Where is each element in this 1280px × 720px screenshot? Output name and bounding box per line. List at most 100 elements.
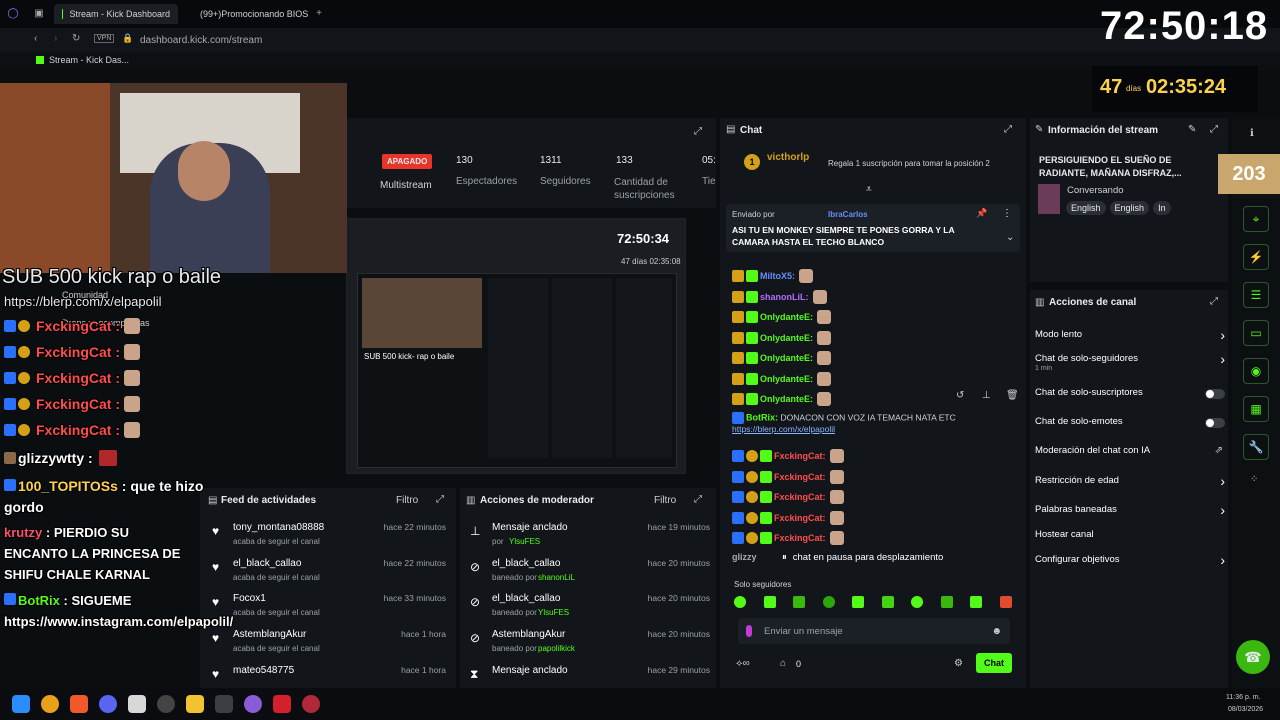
delete-icon[interactable]: 🗑 — [1006, 390, 1019, 401]
chat-message[interactable]: OnlydanteE: — [732, 369, 1022, 390]
bolt-icon[interactable]: ⚡ — [1243, 244, 1269, 270]
tab-kick-dashboard[interactable]: Stream - Kick Dashboard — [54, 4, 178, 24]
folder-icon[interactable] — [186, 695, 204, 713]
stream-preview[interactable]: 72:50:34 47 días 02:35:08 SUB 500 kick- … — [346, 218, 686, 474]
info-icon[interactable]: ℹ — [1250, 128, 1254, 139]
chat-username[interactable]: OnlydanteE: — [760, 333, 813, 343]
chat-message[interactable]: FxckingCat: — [732, 446, 1022, 467]
chevron-right-icon[interactable]: › — [1220, 351, 1225, 367]
chat-message[interactable]: OnlydanteE: — [732, 307, 1022, 328]
bookmark-item[interactable]: Stream - Kick Das... — [49, 55, 129, 65]
channel-action-item[interactable]: Modo lento › — [1035, 326, 1225, 348]
chat-username[interactable]: FxckingCat: — [774, 492, 826, 502]
emote-icon[interactable] — [911, 596, 924, 608]
steam-icon[interactable] — [157, 695, 175, 713]
emoji-icon[interactable]: ☻ — [991, 626, 1002, 637]
chat-message[interactable]: FxckingCat: — [732, 487, 1022, 508]
reload-icon[interactable]: ↻ — [72, 33, 80, 44]
notes-icon[interactable]: ☰ — [1243, 282, 1269, 308]
send-chat-button[interactable]: Chat — [976, 653, 1012, 673]
settings-icon[interactable]: ⚙ — [954, 658, 963, 669]
mod-action-by[interactable]: YlsuFES — [509, 537, 540, 546]
wrench-icon[interactable]: 🔧 — [1243, 434, 1269, 460]
chat-username[interactable]: BotRix: — [746, 412, 778, 422]
opera-icon[interactable] — [302, 695, 320, 713]
emote-icon[interactable] — [734, 596, 746, 608]
chat-username[interactable]: MiltoX5: — [760, 271, 795, 281]
emote-icon[interactable] — [822, 596, 835, 608]
activity-user[interactable]: el_black_callao — [233, 558, 301, 569]
vpn-badge[interactable]: VPN — [94, 34, 115, 43]
tab-promo[interactable]: (99+)Promocionando BIOS — [186, 4, 310, 24]
gifter-name[interactable]: victhorlp — [767, 152, 809, 163]
apps-icon[interactable]: ⁘ — [1250, 474, 1258, 485]
tag[interactable]: English — [1109, 201, 1150, 215]
windows-icon[interactable] — [12, 695, 30, 713]
chat-message[interactable]: shanonLiL: — [732, 287, 1022, 308]
chat-message[interactable]: OnlydanteE: — [732, 328, 1022, 349]
back-icon[interactable]: ‹ — [34, 33, 37, 44]
emote-icon[interactable] — [763, 596, 776, 608]
pin-icon[interactable]: ⊥ — [982, 390, 991, 401]
app-icon[interactable] — [41, 695, 59, 713]
chat-username[interactable]: glizzy — [732, 552, 757, 562]
toggle-switch[interactable] — [1205, 389, 1225, 399]
toggle-switch[interactable] — [1205, 418, 1225, 428]
chat-link[interactable]: https://blerp.com/x/elpapolil — [732, 424, 835, 434]
gift-icon[interactable]: ⌂ — [780, 658, 786, 669]
mod-action-by[interactable]: shanonLiL — [538, 573, 575, 582]
chat-message[interactable]: OnlydanteE: — [732, 389, 1022, 410]
clock-date[interactable]: 08/03/2026 — [1228, 706, 1263, 713]
help-icon[interactable]: ☎ — [1236, 640, 1270, 674]
mod-filter-button[interactable]: Filtro — [654, 495, 676, 506]
chat-icon[interactable]: ▭ — [1243, 320, 1269, 346]
tag[interactable]: English — [1066, 201, 1106, 215]
browser-logo-icon[interactable]: ◯ — [6, 6, 20, 20]
channel-action-item[interactable]: Palabras baneadas › — [1035, 501, 1225, 523]
chat-username[interactable]: FxckingCat: — [774, 451, 826, 461]
emote-icon[interactable] — [852, 596, 865, 608]
activity-user[interactable]: Focox1 — [233, 593, 266, 604]
emote-icon[interactable] — [881, 596, 894, 608]
channel-action-item[interactable]: Moderación del chat con IA ⇗ — [1035, 442, 1225, 464]
channel-action-item[interactable]: Configurar objetivos › — [1035, 551, 1225, 573]
url-field[interactable]: dashboard.kick.com/stream — [140, 35, 262, 46]
activity-user[interactable]: tony_montana08888 — [233, 522, 324, 533]
reply-icon[interactable]: ↺ — [956, 390, 964, 401]
edit-icon[interactable]: ✎ — [1188, 124, 1196, 135]
chevron-right-icon[interactable]: › — [1220, 552, 1225, 568]
app-icon[interactable] — [244, 695, 262, 713]
expand-icon[interactable]: ⤢ — [1210, 296, 1218, 307]
emote-icon[interactable] — [999, 596, 1012, 608]
channel-action-item[interactable]: Chat de solo-seguidores 1 min › — [1035, 350, 1225, 372]
clock-time[interactable]: 11:36 p. m. — [1226, 694, 1261, 701]
app-icon[interactable] — [273, 695, 291, 713]
emote-icon[interactable] — [793, 596, 806, 608]
discord-icon[interactable] — [99, 695, 117, 713]
layout-icon[interactable]: ▦ — [1243, 396, 1269, 422]
chat-input[interactable]: Enviar un mensaje ☻ — [738, 618, 1010, 644]
emote-icon[interactable] — [970, 596, 983, 608]
more-icon[interactable]: ⋮ — [1002, 208, 1012, 219]
chat-username[interactable]: FxckingCat: — [774, 472, 826, 482]
scroll-down-icon[interactable]: ⩡ — [866, 184, 872, 195]
chat-username[interactable]: OnlydanteE: — [760, 374, 813, 384]
chat-message[interactable]: MiltoX5: — [732, 266, 1022, 287]
chevron-right-icon[interactable]: › — [1220, 502, 1225, 518]
chat-username[interactable]: OnlydanteE: — [760, 312, 813, 322]
expand-icon[interactable]: ⤢ — [694, 494, 702, 505]
activity-user[interactable]: AstemblangAkur — [233, 629, 306, 640]
focus-icon[interactable]: ⌖ — [1243, 206, 1269, 232]
emote-icon[interactable] — [940, 596, 953, 608]
tag[interactable]: In — [1153, 201, 1171, 215]
chevron-right-icon[interactable]: › — [1220, 473, 1225, 489]
mic-icon[interactable] — [746, 625, 752, 637]
category-name[interactable]: Conversando — [1067, 185, 1124, 196]
chevron-right-icon[interactable]: › — [1220, 327, 1225, 343]
channel-action-item[interactable]: Hostear canal — [1035, 526, 1225, 548]
chat-username[interactable]: OnlydanteE: — [760, 353, 813, 363]
activity-filter-button[interactable]: Filtro — [396, 495, 418, 506]
chat-username[interactable]: OnlydanteE: — [760, 394, 813, 404]
mod-action-by[interactable]: papolilkick — [538, 644, 575, 653]
chat-message[interactable]: FxckingCat: — [732, 508, 1022, 529]
